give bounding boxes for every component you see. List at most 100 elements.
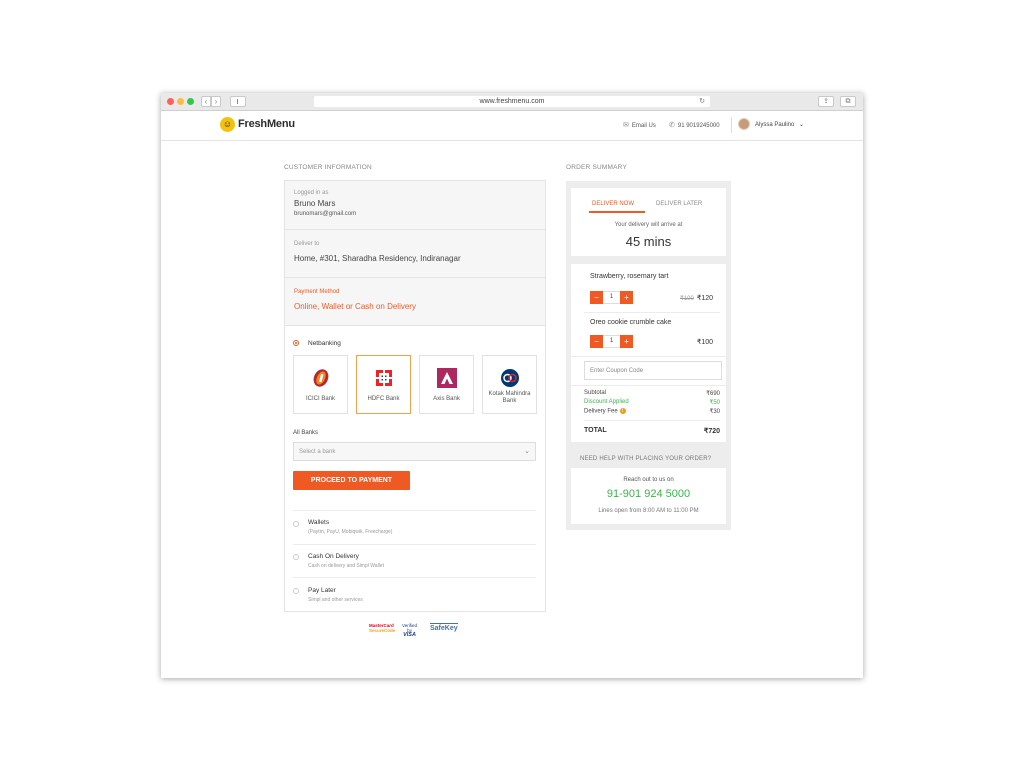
active-tab-indicator bbox=[589, 211, 645, 213]
total-label: TOTAL bbox=[584, 427, 607, 434]
divider bbox=[571, 385, 726, 386]
divider bbox=[584, 420, 720, 421]
user-name: Alyssa Paulino bbox=[755, 122, 795, 128]
logged-in-label: Logged in as bbox=[294, 190, 329, 196]
safekey-logo: SafeKey bbox=[430, 623, 458, 632]
increase-quantity-button[interactable]: + bbox=[620, 291, 633, 304]
delivery-address: Home, #301, Sharadha Residency, Indirana… bbox=[294, 254, 461, 263]
email-us-link[interactable]: ✉ Email Us bbox=[623, 121, 656, 129]
bank-name: Kotak Mahindra Bank bbox=[488, 391, 531, 404]
logged-in-block: Logged in as Bruno Mars brunomars@gmail.… bbox=[285, 181, 545, 230]
delivery-fee-value: ₹30 bbox=[709, 409, 721, 415]
delivery-fee-row: Delivery Fee i ₹30 bbox=[584, 408, 720, 415]
item-old-price: ₹100 bbox=[680, 296, 694, 302]
avatar[interactable] bbox=[738, 118, 750, 130]
phone-link[interactable]: ✆ 91 9019245000 bbox=[669, 121, 720, 129]
cash-on-delivery-radio[interactable] bbox=[293, 554, 299, 560]
total-row: TOTAL ₹720 bbox=[584, 427, 720, 435]
subtotal-row: Subtotal ₹690 bbox=[584, 390, 720, 397]
verified-by-visa-logo: Verified by VISA bbox=[402, 623, 418, 638]
kotak-logo-icon bbox=[501, 369, 519, 387]
help-title: NEED HELP WITH PLACING YOUR ORDER? bbox=[580, 456, 712, 462]
quantity-stepper: − 1 + bbox=[590, 291, 633, 304]
bank-option-hdfc[interactable]: HDFC Bank bbox=[356, 355, 411, 414]
forward-icon[interactable]: › bbox=[211, 96, 221, 107]
chevron-down-icon: ⌄ bbox=[524, 448, 530, 455]
bank-name: HDFC Bank bbox=[367, 396, 400, 402]
sidebar-toggle-icon[interactable] bbox=[230, 96, 246, 107]
item-price: ₹100 ₹120 bbox=[680, 294, 713, 302]
all-banks-label: All Banks bbox=[293, 430, 319, 436]
header-divider bbox=[731, 117, 732, 133]
tab-deliver-now[interactable]: DELIVER NOW bbox=[592, 201, 634, 207]
arrive-time: 45 mins bbox=[625, 234, 672, 249]
quantity-value[interactable]: 1 bbox=[603, 291, 620, 304]
zoom-window-button[interactable] bbox=[187, 98, 194, 105]
customer-email: brunomars@gmail.com bbox=[294, 211, 357, 217]
site-header: ☺ FreshMenu ✉ Email Us ✆ 91 9019245000 Aly… bbox=[161, 111, 863, 141]
netbanking-radio[interactable] bbox=[293, 340, 299, 346]
browser-toolbar: ‹ › www.freshmenu.com ↻ ⇪ ⧉ bbox=[161, 93, 863, 111]
proceed-to-payment-button[interactable]: PROCEED TO PAYMENT bbox=[293, 471, 410, 490]
tab-deliver-later[interactable]: DELIVER LATER bbox=[656, 201, 702, 207]
deliver-to-block[interactable]: Deliver to Home, #301, Sharadha Residenc… bbox=[285, 230, 545, 278]
payment-method-value: Online, Wallet or Cash on Delivery bbox=[294, 302, 416, 311]
bank-option-axis[interactable]: Axis Bank bbox=[419, 355, 474, 414]
cart-item-name: Oreo cookie crumble cake bbox=[590, 319, 672, 326]
info-icon[interactable]: i bbox=[619, 408, 626, 414]
delivery-fee-label: Delivery Fee bbox=[584, 408, 618, 415]
cash-on-delivery-sub: Cash on delivery and Simpl Wallet bbox=[308, 563, 384, 569]
customer-info-title: CUSTOMER INFORMATION bbox=[284, 164, 372, 171]
brand-name[interactable]: FreshMenu bbox=[238, 118, 295, 130]
help-phone-link[interactable]: 91-901 924 5000 bbox=[571, 488, 726, 500]
wallets-label: Wallets bbox=[308, 519, 330, 526]
wallets-radio[interactable] bbox=[293, 521, 299, 527]
coupon-placeholder: Enter Coupon Code bbox=[590, 368, 644, 374]
help-box: Reach out to us on 91-901 924 5000 Lines… bbox=[571, 468, 726, 524]
increase-quantity-button[interactable]: + bbox=[620, 335, 633, 348]
axis-logo-icon bbox=[437, 368, 457, 388]
coupon-input[interactable]: Enter Coupon Code bbox=[584, 361, 722, 380]
pay-later-sub: Simpl and other services bbox=[308, 597, 363, 603]
netbanking-label: Netbanking bbox=[308, 340, 341, 347]
wallets-sub: (Paytm, PayU, Mobiqwik, Freecharge) bbox=[308, 529, 393, 535]
payment-method-block[interactable]: Payment Method Online, Wallet or Cash on… bbox=[285, 278, 545, 326]
decrease-quantity-button[interactable]: − bbox=[590, 291, 603, 304]
mastercard-securecode-logo: MasterCard SecureCode bbox=[369, 623, 396, 633]
browser-window: ‹ › www.freshmenu.com ↻ ⇪ ⧉ ☺ FreshMenu … bbox=[161, 93, 863, 678]
delivery-time-box: DELIVER NOW DELIVER LATER Your delivery … bbox=[571, 188, 726, 256]
item-current-price: ₹120 bbox=[696, 295, 713, 302]
tabs-icon[interactable]: ⧉ bbox=[840, 96, 856, 107]
pay-later-radio[interactable] bbox=[293, 588, 299, 594]
divider bbox=[571, 356, 726, 357]
subtotal-label: Subtotal bbox=[584, 390, 607, 396]
bank-name: ICICI Bank bbox=[305, 396, 335, 402]
phone-icon: ✆ bbox=[669, 122, 675, 129]
customer-name: Bruno Mars bbox=[294, 199, 336, 208]
email-us-label: Email Us bbox=[631, 123, 656, 129]
cart-box: Strawberry, rosemary tart − 1 + ₹100 ₹120… bbox=[571, 264, 726, 442]
hdfc-logo-icon bbox=[376, 370, 392, 386]
freshmenu-logo-icon[interactable]: ☺ bbox=[220, 117, 235, 132]
pay-later-label: Pay Later bbox=[308, 587, 336, 594]
back-icon[interactable]: ‹ bbox=[201, 96, 211, 107]
address-bar[interactable]: www.freshmenu.com ↻ bbox=[314, 96, 710, 107]
reload-icon[interactable]: ↻ bbox=[699, 96, 705, 107]
quantity-value[interactable]: 1 bbox=[603, 335, 620, 348]
minimize-window-button[interactable] bbox=[177, 98, 184, 105]
deliver-to-label: Deliver to bbox=[294, 241, 320, 247]
order-summary-panel: DELIVER NOW DELIVER LATER Your delivery … bbox=[566, 181, 731, 530]
item-price: ₹100 bbox=[696, 339, 713, 346]
mail-icon: ✉ bbox=[623, 122, 629, 129]
bank-option-kotak[interactable]: Kotak Mahindra Bank bbox=[482, 355, 537, 414]
decrease-quantity-button[interactable]: − bbox=[590, 335, 603, 348]
share-icon[interactable]: ⇪ bbox=[818, 96, 834, 107]
discount-row: Discount Applied ₹50 bbox=[584, 399, 720, 406]
close-window-button[interactable] bbox=[167, 98, 174, 105]
divider bbox=[293, 544, 536, 545]
user-menu[interactable]: Alyssa Paulino ⌄ bbox=[755, 121, 804, 128]
url-text: www.freshmenu.com bbox=[479, 98, 545, 105]
bank-option-icici[interactable]: ICICI Bank bbox=[293, 355, 348, 414]
bank-select-placeholder: Select a bank bbox=[299, 449, 336, 455]
bank-select[interactable]: Select a bank ⌄ bbox=[293, 442, 536, 461]
